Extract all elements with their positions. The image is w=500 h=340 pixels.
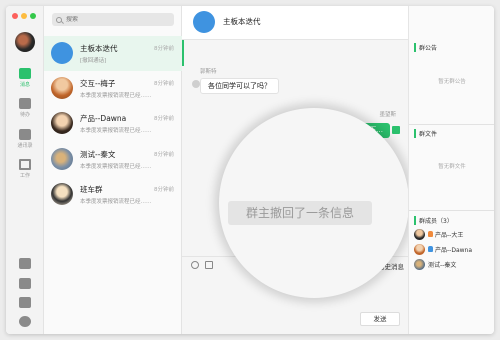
sender-avatar (192, 80, 200, 88)
nav-item-label: 消息 (19, 82, 30, 88)
emoji-icon[interactable] (191, 261, 199, 269)
member-role-icon (428, 231, 433, 237)
member-role-icon (428, 246, 433, 252)
sender-name: 郭斯特 (200, 69, 217, 75)
chat-item[interactable]: 产品--Dawna 8分钟前 本季度发票报销流程已经…… (44, 106, 182, 141)
files-empty: 暂无群文件 (438, 164, 466, 170)
chat-name: 测试--秦文 (80, 150, 116, 159)
member-avatar (414, 243, 425, 255)
send-button[interactable]: 发送 (360, 312, 400, 326)
message-icon (19, 68, 31, 79)
read-receipt-icon (392, 126, 400, 134)
nav-item-label: 工作 (19, 173, 30, 179)
member-item[interactable]: 测试--秦文 (414, 258, 456, 270)
todo-icon (19, 98, 31, 109)
chat-time: 8分钟前 (154, 46, 174, 52)
chat-name: 产品--Dawna (80, 114, 127, 123)
nav-item-contacts[interactable]: 通讯录 (6, 129, 44, 149)
chat-time: 8分钟前 (154, 187, 174, 193)
announcement-title: 群公告 (414, 43, 437, 52)
user-settings-button[interactable] (6, 297, 44, 308)
members-title: 群成员（3） (414, 216, 453, 225)
folder-icon[interactable] (205, 261, 213, 269)
chat-name: 交互--梅子 (80, 79, 116, 88)
chat-list: 主板本迭代 8分钟前 [撤回通话] 交互--梅子 8分钟前 本季度发票报销流程已… (44, 6, 182, 334)
nav-item-label: 待办 (19, 112, 30, 118)
settings-button[interactable] (6, 316, 44, 327)
chat-item[interactable]: 班车群 8分钟前 本季度发票报销流程已经…… (44, 177, 182, 212)
revoked-message-notice: 群主撤回了一条信息 (228, 201, 372, 225)
member-avatar (414, 258, 425, 270)
chat-preview: [撤回通话] (80, 58, 107, 64)
add-contact-icon (19, 258, 31, 269)
chat-preview: 本季度发票报销流程已经…… (80, 199, 152, 205)
contact-avatar (51, 112, 73, 134)
nav-item-messages[interactable]: 消息 (6, 68, 44, 88)
nav-item-todo[interactable]: 待办 (6, 98, 44, 118)
minimize-window-button[interactable] (21, 13, 27, 19)
app-window: 消息 待办 通讯录 工作 搜索 主板本迭代 8分钟前 [撤回通话] 交互--梅子… (6, 6, 494, 334)
chat-title: 主板本迭代 (223, 17, 261, 26)
chat-name: 主板本迭代 (80, 44, 118, 53)
member-item[interactable]: 产品--Dawna (414, 243, 472, 255)
archive-button[interactable] (6, 278, 44, 289)
chat-time: 8分钟前 (154, 152, 174, 158)
divider (409, 124, 494, 125)
add-contact-button[interactable] (6, 258, 44, 269)
settings-icon (19, 316, 31, 327)
member-name: 产品--大王 (435, 231, 464, 239)
group-info-panel: 群公告 暂无群公告 群文件 暂无群文件 群成员（3） 产品--大王 产品--Da… (408, 6, 494, 334)
chat-item[interactable]: 主板本迭代 8分钟前 [撤回通话] (44, 36, 182, 71)
message-text: 各位同学可以了吗？ (208, 82, 271, 90)
chat-item[interactable]: 测试--秦文 8分钟前 本季度发票报销流程已经…… (44, 142, 182, 177)
chat-header: 主板本迭代 (182, 6, 408, 40)
divider (409, 210, 494, 211)
member-item[interactable]: 产品--大王 (414, 228, 463, 240)
announcement-empty: 暂无群公告 (438, 79, 466, 85)
user-settings-icon (19, 297, 31, 308)
work-icon (19, 159, 31, 170)
active-indicator (182, 40, 184, 66)
search-input[interactable] (66, 16, 166, 23)
contacts-icon (19, 129, 31, 140)
close-window-button[interactable] (12, 13, 18, 19)
member-name: 测试--秦文 (428, 261, 457, 269)
sender-name: 墨望斯 (379, 112, 396, 118)
nav-item-label: 通讯录 (17, 143, 33, 149)
group-avatar[interactable] (193, 11, 215, 33)
chat-name: 班车群 (80, 185, 103, 194)
message-bubble[interactable]: 各位同学可以了吗？ (200, 78, 279, 94)
maximize-window-button[interactable] (30, 13, 36, 19)
left-nav: 消息 待办 通讯录 工作 (6, 6, 44, 334)
chat-time: 8分钟前 (154, 81, 174, 87)
contact-avatar (51, 148, 73, 170)
search-box[interactable] (52, 13, 174, 26)
chat-time: 8分钟前 (154, 116, 174, 122)
member-name: 产品--Dawna (435, 246, 473, 254)
nav-item-work[interactable]: 工作 (6, 159, 44, 179)
group-avatar (51, 183, 73, 205)
group-avatar (51, 42, 73, 64)
user-avatar[interactable] (15, 32, 35, 52)
member-avatar (414, 228, 425, 240)
chat-preview: 本季度发票报销流程已经…… (80, 128, 152, 134)
files-title: 群文件 (414, 129, 437, 138)
chat-preview: 本季度发票报销流程已经…… (80, 164, 152, 170)
chat-item[interactable]: 交互--梅子 8分钟前 本季度发票报销流程已经…… (44, 71, 182, 106)
search-icon (56, 16, 62, 23)
window-controls (12, 13, 36, 19)
archive-icon (19, 278, 31, 289)
contact-avatar (51, 77, 73, 99)
chat-preview: 本季度发票报销流程已经…… (80, 93, 152, 99)
